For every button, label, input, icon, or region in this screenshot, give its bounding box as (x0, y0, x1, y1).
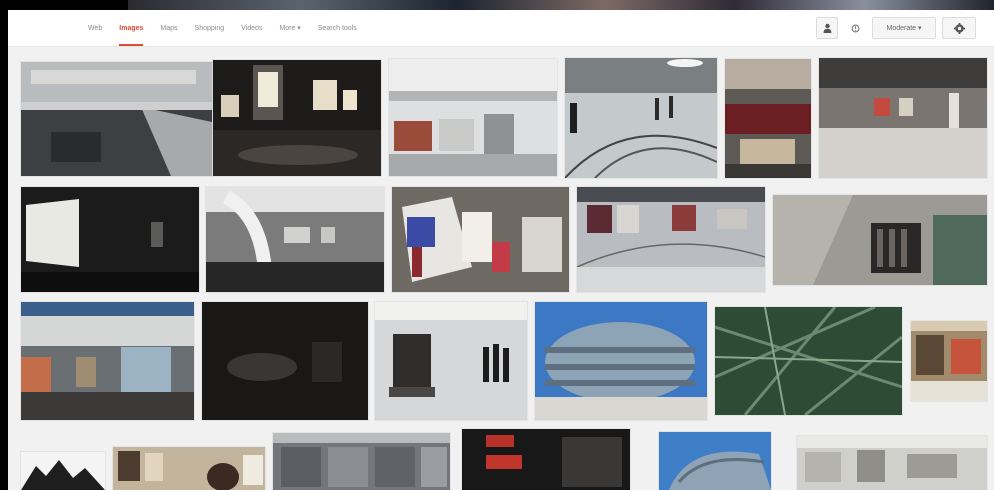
search-toolbar: Web Images Maps Shopping Videos More ▾ S… (8, 10, 994, 47)
tab-videos[interactable]: Videos (241, 10, 262, 46)
tab-shopping[interactable]: Shopping (195, 10, 225, 46)
person-icon (823, 23, 831, 33)
moderate-dropdown[interactable]: Moderate ▾ (872, 17, 936, 39)
image-result[interactable] (577, 187, 765, 292)
tab-maps[interactable]: Maps (160, 10, 177, 46)
image-result[interactable] (213, 60, 381, 176)
tab-more[interactable]: More ▾ (279, 10, 300, 46)
account-button[interactable] (816, 17, 838, 39)
image-result[interactable] (273, 433, 450, 490)
image-result[interactable] (21, 62, 212, 176)
image-result[interactable] (715, 307, 902, 415)
image-result[interactable] (535, 302, 707, 420)
search-results-page: Web Images Maps Shopping Videos More ▾ S… (8, 10, 994, 490)
tab-web[interactable]: Web (88, 10, 102, 46)
tab-search-tools[interactable]: Search tools (318, 10, 357, 46)
image-result[interactable] (659, 432, 771, 490)
image-result[interactable] (725, 59, 811, 178)
image-result[interactable] (819, 58, 987, 178)
image-result[interactable] (389, 59, 557, 176)
image-result[interactable] (21, 187, 199, 292)
image-result[interactable] (773, 195, 987, 285)
safe-search-button[interactable] (844, 17, 866, 39)
image-result[interactable] (206, 187, 384, 292)
image-result[interactable] (21, 452, 105, 490)
gear-icon (953, 22, 965, 34)
image-result[interactable] (392, 187, 569, 292)
image-result[interactable] (462, 429, 630, 490)
image-result[interactable] (375, 302, 527, 420)
image-result[interactable] (202, 302, 368, 420)
image-result[interactable] (911, 321, 987, 401)
safe-search-icon (851, 24, 859, 32)
image-result[interactable] (21, 302, 194, 420)
image-result[interactable] (797, 436, 987, 490)
image-results-grid (8, 46, 994, 490)
image-result[interactable] (565, 58, 717, 178)
search-tabs: Web Images Maps Shopping Videos More ▾ S… (88, 10, 374, 46)
tab-images[interactable]: Images (119, 10, 144, 46)
right-tools: Moderate ▾ (810, 16, 976, 40)
top-photo-strip (128, 0, 994, 10)
image-result[interactable] (113, 447, 265, 490)
settings-button[interactable] (942, 17, 976, 39)
